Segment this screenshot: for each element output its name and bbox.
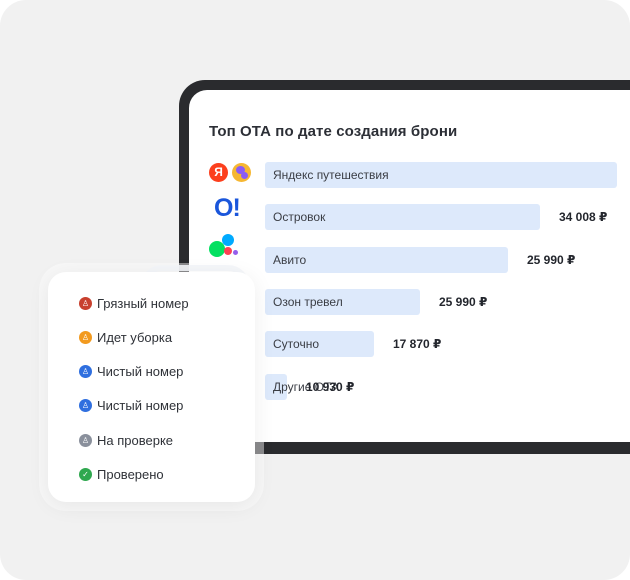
avito-icon: [209, 232, 241, 260]
yandex-travel-icon: [232, 163, 251, 182]
bar-value: 25 990 ₽: [439, 294, 488, 309]
broom-icon: ♙: [79, 365, 92, 379]
status-item: ♙ Чистый номер: [79, 363, 183, 381]
bar-label: Яндекс путешествия: [273, 168, 389, 182]
tablet-screen: Топ ОТА по дате создания брони Я O! Янде…: [189, 90, 630, 442]
bar-label: Островок: [273, 210, 326, 225]
bar-label: Озон тревел: [273, 294, 343, 309]
bar-row: Яндекс путешествия: [265, 162, 630, 188]
status-item: ♙ Идет уборка: [79, 328, 172, 346]
bar-value: 10 930 ₽: [306, 379, 355, 394]
broom-icon: ♙: [79, 330, 92, 344]
bar-row: Авито 25 990 ₽: [265, 246, 630, 273]
bar-row: Озон тревел 25 990 ₽: [265, 288, 630, 315]
broom-icon: ♙: [79, 296, 92, 310]
status-label: Проверено: [97, 467, 164, 482]
yandex-icon: Я: [209, 163, 228, 182]
room-status-card: ♙ Грязный номер ♙ Идет уборка ♙ Чистый номер ♙…: [48, 272, 255, 502]
bar-value: 25 990 ₽: [527, 252, 576, 267]
status-item: ♙ Чистый номер: [79, 397, 183, 415]
bar-label: Суточно: [273, 337, 319, 352]
status-item: ♙ Грязный номер: [79, 294, 189, 312]
status-item: ♙ На проверке: [79, 431, 173, 449]
panel-title: Топ ОТА по дате создания брони: [209, 123, 458, 140]
bar-row: Другие ОТА 10 930 ₽: [265, 373, 630, 400]
bar-value: 17 870 ₽: [393, 337, 442, 352]
status-label: Чистый номер: [97, 364, 184, 380]
bar-value: 34 008 ₽: [559, 210, 608, 225]
status-label: Грязный номер: [97, 295, 189, 311]
status-label: Идет уборка: [97, 329, 173, 345]
status-item: ✓ Проверено: [79, 466, 164, 484]
status-label: Чистый номер: [97, 398, 184, 414]
bar-row: Суточно 17 870 ₽: [265, 331, 630, 358]
status-label: На проверке: [97, 432, 174, 448]
check-icon: ✓: [79, 468, 92, 481]
background-card: Топ ОТА по дате создания брони Я O! Янде…: [0, 0, 630, 580]
bar-label: Авито: [273, 252, 307, 267]
ostrovok-icon: O!: [214, 194, 241, 222]
bar-row: Островок 34 008 ₽: [265, 204, 630, 231]
broom-icon: ♙: [79, 433, 92, 447]
broom-icon: ♙: [79, 399, 92, 413]
